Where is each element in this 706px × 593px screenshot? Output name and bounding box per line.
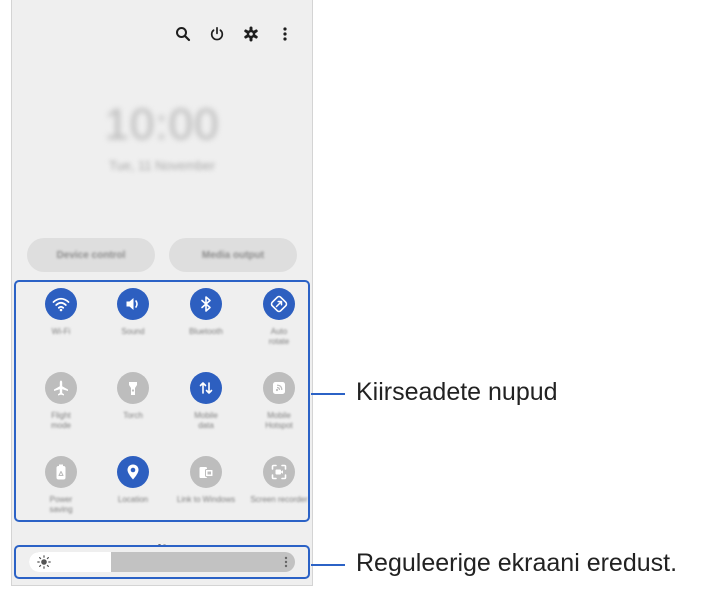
battery-icon: [45, 456, 77, 488]
media-output-button[interactable]: Media output: [169, 238, 297, 272]
search-icon[interactable]: [166, 22, 200, 46]
gear-icon[interactable]: [234, 22, 268, 46]
power-icon[interactable]: [200, 22, 234, 46]
quick-setting-torch[interactable]: Torch: [97, 372, 169, 421]
location-pin-icon: [117, 456, 149, 488]
device-control-button[interactable]: Device control: [27, 238, 155, 272]
notification-panel: 10:00 Tue, 11 November Device control Me…: [11, 0, 313, 586]
quick-setting-screen-recorder[interactable]: Screen recorder: [243, 456, 312, 505]
quick-setting-label: Wi-Fi: [51, 327, 71, 336]
hotspot-icon: [263, 372, 295, 404]
callout-brightness: Reguleerige ekraani eredust.: [356, 549, 678, 577]
screen-recorder-icon: [263, 456, 295, 488]
quick-setting-bluetooth[interactable]: Bluetooth: [170, 288, 242, 337]
quick-setting-flight-mode[interactable]: Flight mode: [25, 372, 97, 431]
quick-setting-mobile-data[interactable]: Mobile data: [170, 372, 242, 431]
quick-setting-label: Bluetooth: [189, 327, 223, 336]
volume-icon: [117, 288, 149, 320]
more-vertical-icon[interactable]: [283, 555, 289, 572]
link-windows-icon: [190, 456, 222, 488]
wifi-icon: [45, 288, 77, 320]
bluetooth-icon: [190, 288, 222, 320]
torch-icon: [117, 372, 149, 404]
quick-setting-label: Torch: [123, 411, 143, 420]
quick-setting-mobile-hotspot[interactable]: Mobile Hotspot: [243, 372, 312, 431]
quick-setting-label: Auto rotate: [268, 327, 290, 346]
callout-line-brightness: [311, 564, 345, 566]
airplane-icon: [45, 372, 77, 404]
rotate-icon: [263, 288, 295, 320]
quick-setting-label: Mobile data: [194, 411, 218, 430]
quick-setting-link-to-windows[interactable]: Link to Windows: [170, 456, 242, 505]
quick-setting-label: Sound: [121, 327, 145, 336]
panel-header-icons: [166, 22, 302, 46]
more-vertical-icon[interactable]: [268, 22, 302, 46]
quick-setting-label: Power saving: [49, 495, 73, 514]
callout-line-quick-settings: [311, 393, 345, 395]
quick-setting-label: Screen recorder: [250, 495, 308, 504]
sun-icon: [37, 555, 51, 572]
quick-settings-grid: Wi-Fi Sound Bluetooth Auto rotate Flight…: [14, 280, 310, 522]
quick-setting-label: Mobile Hotspot: [265, 411, 293, 430]
quick-setting-power-saving[interactable]: Power saving: [25, 456, 97, 515]
quick-setting-label: Location: [117, 495, 149, 504]
quick-setting-sound[interactable]: Sound: [97, 288, 169, 337]
brightness-control: [14, 545, 310, 579]
quick-setting-auto-rotate[interactable]: Auto rotate: [243, 288, 312, 347]
data-transfer-icon: [190, 372, 222, 404]
brightness-slider[interactable]: [29, 552, 295, 572]
quick-setting-label: Link to Windows: [176, 495, 236, 504]
quick-setting-wifi[interactable]: Wi-Fi: [25, 288, 97, 337]
clock-date: Tue, 11 November: [108, 158, 216, 173]
callout-quick-settings: Kiirseadete nupud: [356, 378, 558, 406]
quick-setting-location[interactable]: Location: [97, 456, 169, 505]
quick-setting-label: Flight mode: [50, 411, 71, 430]
clock-time: 10:00: [104, 100, 220, 149]
